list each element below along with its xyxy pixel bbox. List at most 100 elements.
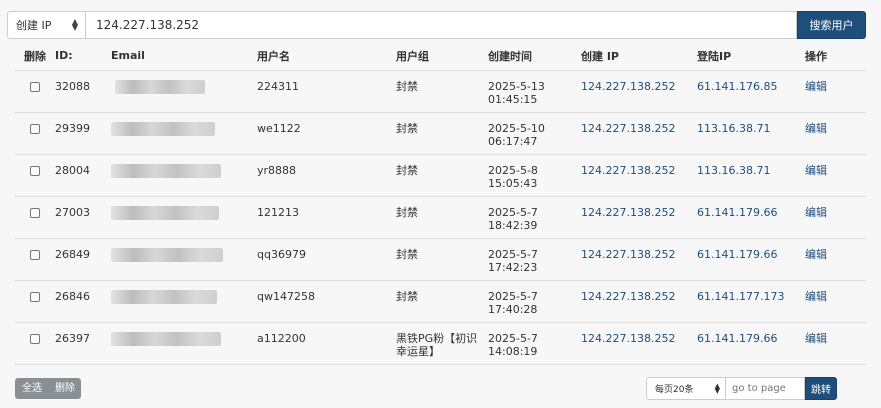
row-login-ip-link[interactable]: 113.16.38.71 xyxy=(697,154,805,197)
row-group: 封禁 xyxy=(396,238,488,281)
redacted-email xyxy=(111,331,221,346)
row-username: 224311 xyxy=(257,70,396,113)
row-create-ip-link[interactable]: 124.227.138.252 xyxy=(581,196,697,239)
row-edit-link[interactable]: 编辑 xyxy=(805,238,866,281)
row-create-ip-link[interactable]: 124.227.138.252 xyxy=(581,238,697,281)
row-login-ip-link[interactable]: 61.141.179.66 xyxy=(697,322,805,365)
row-create-ip-link[interactable]: 124.227.138.252 xyxy=(581,280,697,323)
search-type-select[interactable]: 创建 IP ▲ ▼ xyxy=(7,11,86,39)
redacted-email xyxy=(111,289,217,304)
row-checkbox[interactable] xyxy=(30,249,40,260)
table-row: 26397 a112200 黑铁PG粉【初识幸运星】 2025-5-7 14:08:19… xyxy=(15,322,866,365)
row-create-ip-link[interactable]: 124.227.138.252 xyxy=(581,70,697,113)
row-edit-link[interactable]: 编辑 xyxy=(805,322,866,365)
row-date: 2025-5-10 xyxy=(488,121,545,135)
row-username: qq36979 xyxy=(257,238,396,281)
search-users-button[interactable]: 搜索用户 xyxy=(797,11,866,39)
row-spacer xyxy=(95,322,111,365)
search-input[interactable] xyxy=(86,11,797,39)
header-created: 创建时间 xyxy=(488,42,581,71)
row-login-ip-link[interactable]: 61.141.176.85 xyxy=(697,70,805,113)
select-all-button[interactable]: 全选 xyxy=(15,378,48,399)
row-email xyxy=(111,154,257,197)
table-row: 26849 qq36979 封禁 2025-5-7 17:42:23 124.227.13… xyxy=(15,238,866,281)
goto-page-button[interactable]: 跳转 xyxy=(805,377,837,400)
search-bar: 创建 IP ▲▼ 搜索用户 xyxy=(7,11,866,39)
row-date: 2025-5-7 xyxy=(488,289,538,303)
row-edit-link[interactable]: 编辑 xyxy=(805,112,866,155)
row-username: qw147258 xyxy=(257,280,396,323)
row-checkbox[interactable] xyxy=(30,291,40,302)
row-date: 2025-5-7 xyxy=(488,205,538,219)
row-edit-link[interactable]: 编辑 xyxy=(805,154,866,197)
row-select-cell xyxy=(15,196,55,239)
row-username: 121213 xyxy=(257,196,396,239)
row-group: 黑铁PG粉【初识幸运星】 xyxy=(396,322,488,365)
row-created: 2025-5-10 06:17:47 xyxy=(488,112,581,155)
header-spacer xyxy=(95,42,111,71)
row-id: 27003 xyxy=(55,196,95,239)
bulk-delete-button[interactable]: 删除 xyxy=(48,378,81,399)
row-group: 封禁 xyxy=(396,70,488,113)
row-id: 28004 xyxy=(55,154,95,197)
row-email xyxy=(111,322,257,365)
redacted-email xyxy=(111,205,219,220)
users-table: 删除 ID: Email 用户名 用户组 创建时间 创建 IP 登陆IP 操作 … xyxy=(15,42,866,365)
row-checkbox[interactable] xyxy=(30,207,40,218)
row-date: 2025-5-8 xyxy=(488,163,538,177)
row-spacer xyxy=(95,280,111,323)
row-create-ip-link[interactable]: 124.227.138.252 xyxy=(581,322,697,365)
table-body: 32088 224311 封禁 2025-5-13 01:45:15 124.227.13… xyxy=(15,70,866,365)
row-checkbox[interactable] xyxy=(30,333,40,344)
row-date: 2025-5-7 xyxy=(488,247,538,261)
row-checkbox[interactable] xyxy=(30,123,40,134)
header-email: Email xyxy=(111,42,257,71)
header-group: 用户组 xyxy=(396,42,488,71)
row-group: 封禁 xyxy=(396,154,488,197)
row-select-cell xyxy=(15,112,55,155)
per-page-value: 每页20条 xyxy=(655,385,694,395)
row-created: 2025-5-7 17:42:23 xyxy=(488,238,581,281)
header-create-ip: 创建 IP xyxy=(581,42,697,71)
per-page-select[interactable]: 每页20条 ▲ ▼ xyxy=(646,377,726,400)
row-edit-link[interactable]: 编辑 xyxy=(805,70,866,113)
row-date: 2025-5-13 xyxy=(488,79,545,93)
row-email xyxy=(111,112,257,155)
row-select-cell xyxy=(15,280,55,323)
redacted-email xyxy=(115,79,205,94)
pagination: 每页20条 ▲▼ 跳转 xyxy=(646,377,837,400)
row-email xyxy=(111,70,257,113)
user-management-page: 创建 IP ▲▼ 搜索用户 删除 ID: Email 用户名 用户组 创建时间 … xyxy=(0,0,881,408)
row-id: 26846 xyxy=(55,280,95,323)
row-create-ip-link[interactable]: 124.227.138.252 xyxy=(581,154,697,197)
goto-page-input[interactable] xyxy=(726,377,805,400)
row-time: 18:42:39 xyxy=(488,218,538,232)
row-login-ip-link[interactable]: 61.141.177.173 xyxy=(697,280,805,323)
row-select-cell xyxy=(15,238,55,281)
row-edit-link[interactable]: 编辑 xyxy=(805,280,866,323)
row-select-cell xyxy=(15,322,55,365)
row-username: we1122 xyxy=(257,112,396,155)
row-edit-link[interactable]: 编辑 xyxy=(805,196,866,239)
row-username: a112200 xyxy=(257,322,396,365)
select-arrows-icon: ▲ ▼ xyxy=(71,17,78,32)
row-checkbox[interactable] xyxy=(30,81,40,92)
row-group: 封禁 xyxy=(396,112,488,155)
row-email xyxy=(111,280,257,323)
header-login-ip: 登陆IP xyxy=(697,42,805,71)
row-login-ip-link[interactable]: 61.141.179.66 xyxy=(697,238,805,281)
redacted-email xyxy=(111,163,221,178)
redacted-email xyxy=(111,247,223,262)
row-checkbox[interactable] xyxy=(30,165,40,176)
row-email xyxy=(111,196,257,239)
row-login-ip-link[interactable]: 61.141.179.66 xyxy=(697,196,805,239)
header-delete: 删除 xyxy=(15,42,55,71)
bulk-actions: 全选 删除 xyxy=(15,378,81,399)
row-spacer xyxy=(95,112,111,155)
row-select-cell xyxy=(15,154,55,197)
row-create-ip-link[interactable]: 124.227.138.252 xyxy=(581,112,697,155)
row-login-ip-link[interactable]: 113.16.38.71 xyxy=(697,112,805,155)
row-id: 26397 xyxy=(55,322,95,365)
row-time: 14:08:19 xyxy=(488,344,538,358)
row-username: yr8888 xyxy=(257,154,396,197)
